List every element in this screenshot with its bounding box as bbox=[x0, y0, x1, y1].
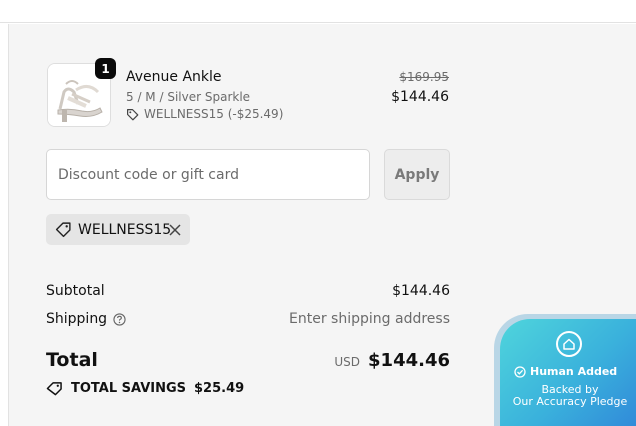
savings-label: TOTAL SAVINGS bbox=[71, 381, 187, 396]
tag-icon bbox=[46, 382, 62, 396]
house-icon bbox=[556, 331, 582, 357]
header-bar bbox=[0, 0, 636, 23]
product-variant: 5 / M / Silver Sparkle bbox=[126, 90, 251, 104]
sale-price: $144.46 bbox=[391, 89, 449, 105]
total-label: Total bbox=[46, 349, 98, 371]
badge-subtitle-line2: Our Accuracy Pledge bbox=[512, 395, 628, 408]
help-icon[interactable] bbox=[113, 312, 126, 326]
badge-title-text: Human Added bbox=[530, 365, 618, 378]
remove-discount-button[interactable] bbox=[167, 222, 182, 237]
product-discount: WELLNESS15 (-$25.49) bbox=[126, 107, 283, 121]
total-savings: TOTAL SAVINGS $25.49 bbox=[46, 381, 244, 396]
currency-code: USD bbox=[334, 355, 361, 369]
shipping-value: Enter shipping address bbox=[289, 311, 450, 327]
badge-title: Human Added bbox=[514, 365, 617, 378]
total-amount: USD $144.46 bbox=[334, 350, 450, 371]
discount-code-input[interactable] bbox=[46, 149, 370, 200]
applied-discount-chip: WELLNESS15 bbox=[46, 214, 190, 245]
close-icon bbox=[168, 223, 181, 236]
product-discount-label: WELLNESS15 (-$25.49) bbox=[144, 107, 284, 121]
shipping-row: Shipping bbox=[46, 311, 126, 327]
apply-button[interactable]: Apply bbox=[384, 149, 450, 200]
applied-discount-code: WELLNESS15 bbox=[78, 221, 172, 238]
original-price: $169.95 bbox=[399, 70, 449, 84]
total-value: $144.46 bbox=[368, 350, 450, 371]
check-circle-icon bbox=[514, 365, 526, 378]
subtotal-value: $144.46 bbox=[392, 283, 450, 299]
savings-value: $25.49 bbox=[194, 381, 245, 396]
quantity-badge: 1 bbox=[95, 58, 116, 79]
tag-icon bbox=[127, 108, 139, 120]
subtotal-label: Subtotal bbox=[46, 283, 105, 299]
badge-subtitle: Backed by Our Accuracy Pledge bbox=[506, 384, 634, 408]
shipping-label: Shipping bbox=[46, 311, 108, 327]
product-name: Avenue Ankle bbox=[126, 69, 222, 85]
tag-icon bbox=[55, 222, 71, 238]
